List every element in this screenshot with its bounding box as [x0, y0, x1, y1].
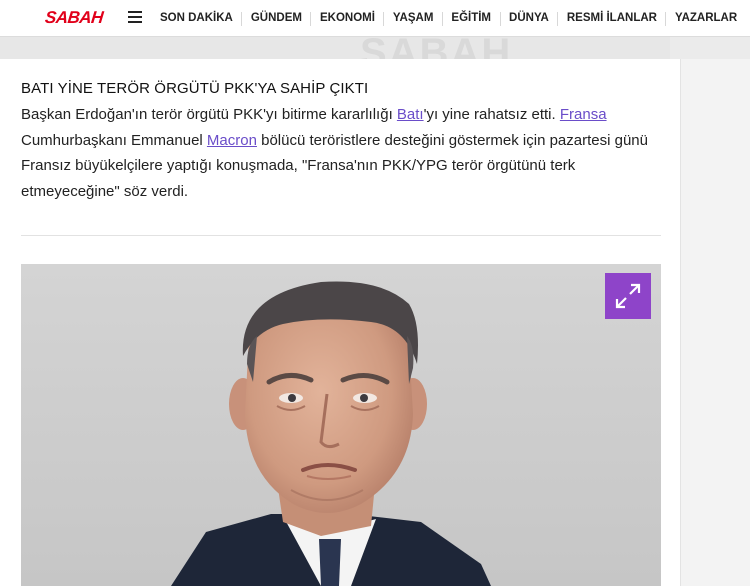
portrait-illustration	[21, 264, 661, 586]
sabah-watermark: SABAH	[360, 37, 513, 59]
article-headline: BATI YİNE TERÖR ÖRGÜTÜ PKK'YA SAHİP ÇIKT…	[21, 80, 369, 97]
content-divider	[21, 235, 661, 236]
nav-item-yasam[interactable]: YAŞAM	[384, 0, 441, 37]
sabah-logo[interactable]: SABAH	[44, 7, 105, 29]
article-photo[interactable]	[21, 264, 661, 586]
nav-item-gundem[interactable]: GÜNDEM	[242, 0, 310, 37]
nav-item-yazarlar[interactable]: YAZARLAR	[666, 0, 745, 37]
nav-item-resmi-ilanlar[interactable]: RESMİ İLANLAR	[558, 0, 665, 37]
paragraph-text: 'yı yine rahatsız etti.	[423, 106, 560, 123]
hamburger-menu-icon[interactable]	[128, 11, 142, 25]
link-bati[interactable]: Batı	[397, 106, 424, 123]
nav-item-son-dakika[interactable]: SON DAKİKA	[160, 0, 241, 37]
logo-text: SABAH	[44, 8, 105, 27]
paragraph-text: Cumhurbaşkanı Emmanuel	[21, 131, 207, 149]
article-container: BATI YİNE TERÖR ÖRGÜTÜ PKK'YA SAHİP ÇIKT…	[0, 59, 680, 586]
top-navigation-bar: SABAH SON DAKİKA GÜNDEM EKONOMİ YAŞAM EĞ…	[0, 0, 750, 37]
main-nav: SON DAKİKA GÜNDEM EKONOMİ YAŞAM EĞİTİM D…	[160, 0, 746, 37]
article-paragraph: Başkan Erdoğan'ın terör örgütü PKK'yı bi…	[21, 102, 661, 204]
link-fransa[interactable]: Fransa	[560, 106, 607, 123]
expand-arrows-icon	[615, 283, 641, 309]
nav-item-dunya[interactable]: DÜNYA	[501, 0, 558, 37]
header-banner-strip: SABAH	[0, 37, 670, 59]
right-sidebar	[680, 59, 750, 586]
nav-item-egitim[interactable]: EĞİTİM	[443, 0, 500, 37]
expand-image-button[interactable]	[605, 273, 651, 319]
paragraph-text: Başkan Erdoğan'ın terör örgütü PKK'yı bi…	[21, 106, 397, 123]
nav-item-ekonomi[interactable]: EKONOMİ	[311, 0, 383, 37]
link-macron[interactable]: Macron	[207, 132, 257, 149]
